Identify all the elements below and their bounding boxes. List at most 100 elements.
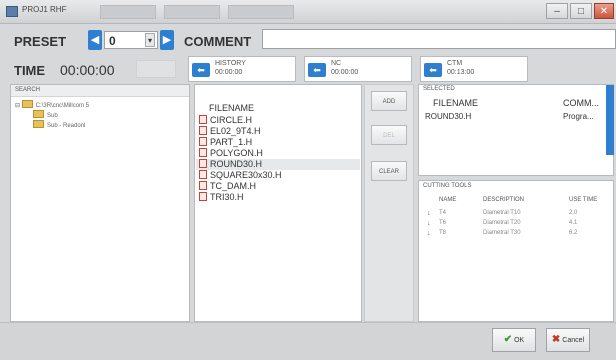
ctm-box[interactable]: ⬅ CTM 00:13:00 <box>420 56 528 82</box>
list-item[interactable]: POLYGON.H <box>196 148 360 159</box>
file-icon <box>199 170 207 179</box>
time-value: 00:00:00 <box>60 62 115 78</box>
file-name: ROUND30.H <box>210 159 263 169</box>
filename-header[interactable]: FILENAME <box>209 103 254 113</box>
selected-comment: Progra... <box>563 112 594 121</box>
collapse-icon[interactable]: ⊟ <box>15 103 20 109</box>
search-panel: SEARCH ⊟ C:\3R\cnc\Millcom 5 Sub Sub - R… <box>10 84 190 322</box>
list-item[interactable]: CIRCLE.H <box>196 115 360 126</box>
minimize-button[interactable]: – <box>546 3 568 19</box>
file-icon <box>199 181 207 190</box>
file-icon <box>199 126 207 135</box>
window-title: PROJ1 RHF <box>22 5 67 14</box>
list-item[interactable]: EL02_9T4.H <box>196 126 360 137</box>
list-item[interactable]: SQUARE30x30.H <box>196 170 360 181</box>
arrow-left-icon: ◀ <box>90 34 100 46</box>
cancel-button[interactable]: ✖ Cancel <box>546 328 590 352</box>
x-icon: ✖ <box>551 334 561 345</box>
file-icon <box>199 137 207 146</box>
arrow-right-icon: ▶ <box>162 34 172 46</box>
maximize-button[interactable]: □ <box>570 3 592 19</box>
arrow-left-icon: ⬅ <box>192 63 210 77</box>
file-name: CIRCLE.H <box>210 115 253 125</box>
preset-prev-button[interactable]: ◀ <box>88 30 102 50</box>
ctm-label: CTM <box>447 60 463 67</box>
nc-time: 00:00:00 <box>331 69 359 76</box>
background-tab[interactable] <box>228 5 294 19</box>
chevron-down-icon[interactable]: ▾ <box>145 33 155 47</box>
tools-header-name[interactable]: NAME <box>439 197 456 203</box>
table-row[interactable]: ↓ T4 Diametral T10 2.0 <box>419 209 613 219</box>
preset-value: 0 <box>109 34 116 48</box>
add-button[interactable]: ADD <box>371 91 407 111</box>
file-name: TRI30.H <box>210 192 244 202</box>
check-icon: ✔ <box>503 334 513 345</box>
tool-name: T8 <box>439 230 447 236</box>
ctm-time: 00:13:00 <box>447 69 475 76</box>
tools-header-description[interactable]: DESCRIPTION <box>483 197 524 203</box>
background-tab[interactable] <box>100 5 156 19</box>
preset-label: PRESET <box>14 34 67 49</box>
close-button[interactable]: ✕ <box>594 3 614 19</box>
scrollbar[interactable] <box>606 85 614 155</box>
comment-input[interactable] <box>262 29 616 49</box>
comment-label: COMMENT <box>184 34 252 49</box>
file-name: SQUARE30x30.H <box>210 170 282 180</box>
selected-header-comment[interactable]: COMM... <box>563 98 599 108</box>
file-icon <box>199 148 207 157</box>
table-row[interactable]: ↓ T8 Diametral T30 6.2 <box>419 229 613 239</box>
history-box[interactable]: ⬅ HISTORY 00:00:00 <box>188 56 296 82</box>
tool-desc: Diametral T10 <box>483 210 521 216</box>
selected-filename: ROUND30.H <box>425 112 472 121</box>
selected-label: SELECTED <box>423 86 455 92</box>
arrow-left-icon: ⬅ <box>308 63 326 77</box>
time-label: TIME <box>14 63 46 78</box>
preset-select[interactable]: 0 ▾ <box>104 31 158 49</box>
table-row[interactable]: ↓ T6 Diametral T20 4.1 <box>419 219 613 229</box>
background-tab[interactable] <box>164 5 220 19</box>
file-icon <box>199 115 207 124</box>
tool-name: T6 <box>439 220 447 226</box>
list-item[interactable]: PART_1.H <box>196 137 360 148</box>
list-item[interactable]: TRI30.H <box>196 192 360 203</box>
cancel-label: Cancel <box>562 337 585 344</box>
cutting-tools-label: CUTTING TOOLS <box>423 183 472 189</box>
action-column: ADD DEL CLEAR <box>364 84 414 322</box>
selected-panel: SELECTED FILENAME COMM... ROUND30.H Prog… <box>418 84 614 176</box>
tool-use: 2.0 <box>569 210 578 216</box>
file-name: TC_DAM.H <box>210 181 257 191</box>
tool-icon: ↓ <box>427 220 431 227</box>
tool-name: T4 <box>439 210 447 216</box>
file-icon <box>199 159 207 168</box>
del-button[interactable]: DEL <box>371 125 407 145</box>
file-name: EL02_9T4.H <box>210 126 261 136</box>
folder-icon <box>33 110 44 118</box>
nc-label: NC <box>331 60 342 67</box>
tool-use: 6.2 <box>569 230 578 236</box>
tree-node-readonly[interactable]: Sub - Readonl <box>33 120 85 129</box>
selected-header-filename[interactable]: FILENAME <box>433 98 478 108</box>
history-time: 00:00:00 <box>215 69 243 76</box>
tree-node-root[interactable]: ⊟ C:\3R\cnc\Millcom 5 <box>15 100 89 109</box>
tree-node-sub[interactable]: Sub <box>33 110 58 119</box>
list-item[interactable]: ROUND30.H <box>196 159 360 170</box>
nc-box[interactable]: ⬅ NC 00:00:00 <box>304 56 412 82</box>
folder-icon <box>21 100 33 108</box>
tool-icon: ↓ <box>427 210 431 217</box>
app-icon <box>6 6 18 17</box>
list-item[interactable]: TC_DAM.H <box>196 181 360 192</box>
preset-next-button[interactable]: ▶ <box>160 30 174 50</box>
table-row[interactable]: ROUND30.H Progra... <box>419 111 613 123</box>
arrow-left-icon: ⬅ <box>424 63 442 77</box>
file-name: PART_1.H <box>210 137 253 147</box>
clear-button[interactable]: CLEAR <box>371 161 407 181</box>
folder-icon <box>33 120 44 128</box>
tool-icon: ↓ <box>427 230 431 237</box>
ok-label: OK <box>514 337 525 344</box>
history-label: HISTORY <box>215 60 246 67</box>
tool-desc: Diametral T20 <box>483 220 521 226</box>
ok-button[interactable]: ✔ OK <box>492 328 536 352</box>
search-label: SEARCH <box>11 85 189 97</box>
tools-header-use-time[interactable]: USE TIME <box>569 197 597 203</box>
file-name: POLYGON.H <box>210 148 263 158</box>
